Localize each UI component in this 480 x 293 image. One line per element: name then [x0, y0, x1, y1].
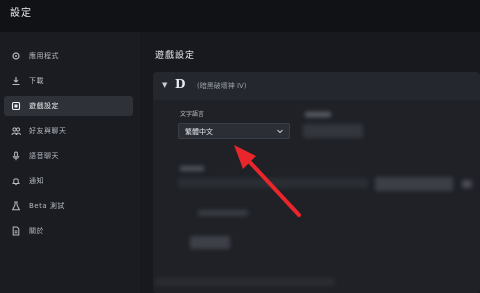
sidebar-item-label: 好友與聊天: [29, 127, 67, 135]
gear-icon: [9, 49, 23, 63]
chevron-down-icon: [277, 129, 283, 134]
blurred-setting-button: [190, 236, 230, 249]
sidebar-item-about[interactable]: 關於: [4, 221, 133, 241]
bell-icon: [9, 174, 23, 188]
blurred-setting-label: [180, 166, 204, 171]
friends-icon: [9, 124, 23, 138]
sidebar-item-voice-chat[interactable]: 語音聊天: [4, 146, 133, 166]
language-select[interactable]: 繁體中文: [178, 123, 290, 139]
download-icon: [9, 74, 23, 88]
blurred-setting-field: [178, 178, 368, 188]
language-select-value: 繁體中文: [185, 128, 213, 136]
page-title: 遊戲設定: [155, 51, 196, 61]
blurred-setting-label: [198, 210, 248, 216]
sidebar-item-label: 通知: [29, 177, 44, 185]
sidebar-item-label: 下載: [29, 77, 44, 85]
main-content: 遊戲設定 ▼ D (暗黑破壞神 IV) 文字語言 繁體中文: [140, 32, 480, 293]
blurred-setting-field: [303, 124, 363, 138]
title-bar: 設定: [0, 0, 480, 32]
sidebar-item-label: 應用程式: [29, 52, 59, 60]
sidebar-item-beta[interactable]: Beta 測試: [4, 196, 133, 216]
sidebar-item-label: Beta 測試: [29, 202, 65, 210]
sidebar-item-label: 遊戲設定: [29, 102, 59, 110]
sidebar-item-label: 語音聊天: [29, 152, 59, 160]
sidebar-item-game-settings[interactable]: 遊戲設定: [4, 96, 133, 116]
gamepad-icon: [9, 99, 23, 113]
microphone-icon: [9, 149, 23, 163]
game-name: (暗黑破壞神 IV): [197, 82, 247, 90]
window-title: 設定: [10, 8, 32, 19]
document-icon: [9, 224, 23, 238]
blurred-setting-toggle: [462, 180, 472, 188]
flask-icon: [9, 199, 23, 213]
blurred-next-game-row: [155, 278, 335, 286]
collapse-caret-icon[interactable]: ▼: [162, 81, 167, 89]
game-card-header[interactable]: ▼ D (暗黑破壞神 IV): [153, 72, 480, 100]
sidebar-item-label: 關於: [29, 227, 44, 235]
sidebar-item-notifications[interactable]: 通知: [4, 171, 133, 191]
blurred-setting-label: [305, 112, 331, 117]
game-logo: D: [175, 77, 186, 91]
sidebar: 應用程式 下載 遊戲設定 好友與聊天 語音聊天 通知 Beta 測試 關於: [0, 32, 140, 293]
sidebar-item-downloads[interactable]: 下載: [4, 71, 133, 91]
sidebar-item-friends[interactable]: 好友與聊天: [4, 121, 133, 141]
sidebar-item-apps[interactable]: 應用程式: [4, 46, 133, 66]
blurred-setting-field: [375, 177, 453, 191]
language-label: 文字語言: [180, 111, 205, 118]
